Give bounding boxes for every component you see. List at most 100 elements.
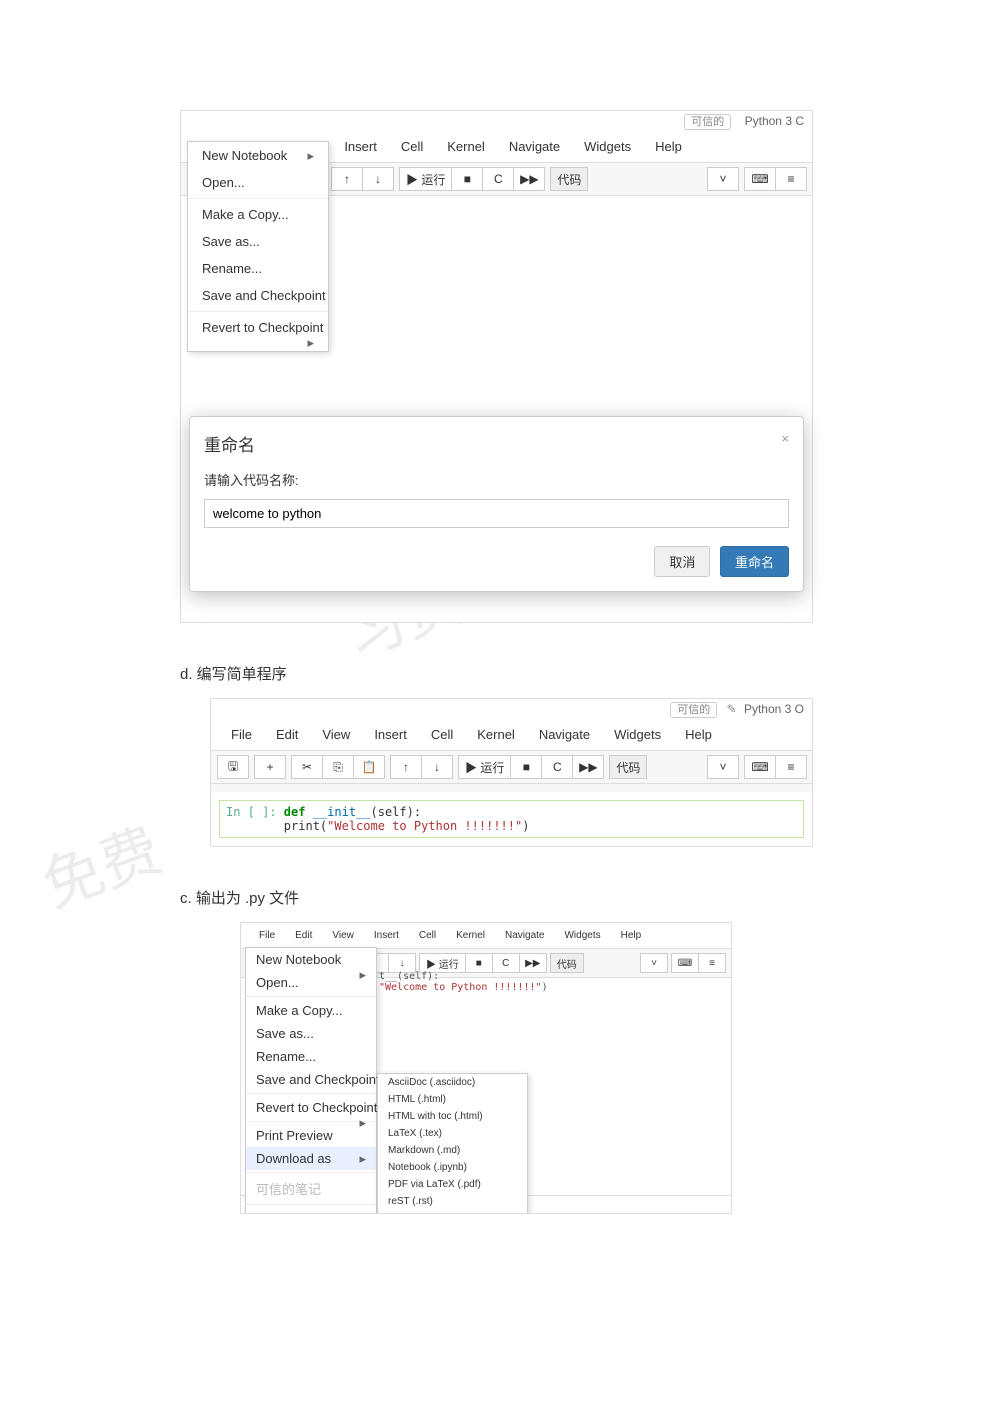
dl-notebook[interactable]: Notebook (.ipynb) — [378, 1159, 527, 1176]
menu-navigate[interactable]: Navigate — [495, 927, 554, 944]
cancel-button[interactable]: 取消 — [654, 546, 710, 577]
menu-kernel[interactable]: Kernel — [465, 723, 527, 746]
command-palette-icon[interactable]: ≡ — [698, 953, 726, 973]
code-kw: def — [284, 805, 313, 819]
caption-d: d. 编写简单程序 — [180, 663, 813, 684]
menubar: File Edit View Insert Cell Kernel Naviga… — [211, 719, 812, 751]
celltype-select[interactable]: 代码 — [550, 953, 584, 973]
menu-widgets[interactable]: Widgets — [602, 723, 673, 746]
restart-run-button[interactable]: ▶▶ — [519, 953, 547, 973]
cut-button[interactable]: ✂ — [291, 755, 323, 779]
restart-button[interactable]: C — [541, 755, 573, 779]
file-new[interactable]: New Notebook — [188, 142, 328, 169]
celltype-chevron-icon[interactable]: ˅ — [640, 953, 668, 973]
keyboard-icon[interactable]: ⌨ — [671, 953, 699, 973]
celltype-select[interactable]: 代码 — [609, 755, 647, 779]
file-rename[interactable]: Rename... — [188, 255, 328, 282]
menu-insert[interactable]: Insert — [364, 927, 409, 944]
menu-view[interactable]: View — [322, 927, 364, 944]
menu-edit[interactable]: Edit — [285, 927, 322, 944]
close-icon[interactable]: × — [781, 431, 789, 446]
menu-file[interactable]: File — [249, 927, 285, 944]
file-saveas[interactable]: Save as... — [188, 228, 328, 255]
file-copy[interactable]: Make a Copy... — [188, 201, 328, 228]
run-button[interactable]: ▶ 运行 — [419, 953, 466, 973]
dl-html-toc[interactable]: HTML with toc (.html) — [378, 1108, 527, 1125]
keyboard-icon[interactable]: ⌨ — [744, 755, 776, 779]
file-revert[interactable]: Revert to Checkpoint — [188, 314, 328, 341]
restart-button[interactable]: C — [492, 953, 520, 973]
menu-insert[interactable]: Insert — [332, 135, 389, 158]
keyboard-icon[interactable]: ⌨ — [744, 167, 776, 191]
menu-help[interactable]: Help — [673, 723, 724, 746]
dl-python[interactable]: Python (.py) — [378, 1210, 527, 1213]
rename-input[interactable] — [204, 499, 789, 528]
menu-navigate[interactable]: Navigate — [497, 135, 572, 158]
trusted-badge: 可信的 — [684, 114, 731, 130]
file-copy[interactable]: Make a Copy... — [246, 999, 376, 1022]
file-download-as[interactable]: Download as — [246, 1147, 376, 1170]
menu-insert[interactable]: Insert — [362, 723, 419, 746]
rename-button[interactable]: 重命名 — [720, 546, 789, 577]
kernel-indicator: Python 3 O — [744, 702, 804, 716]
input-prompt: In [ ]: — [226, 805, 284, 819]
menu-widgets[interactable]: Widgets — [554, 927, 610, 944]
file-save-checkpoint[interactable]: Save and Checkpoint — [188, 282, 328, 309]
restart-button[interactable]: C — [482, 167, 514, 191]
celltype-chevron-icon[interactable]: ˅ — [707, 167, 739, 191]
stop-button[interactable]: ■ — [465, 953, 493, 973]
restart-run-button[interactable]: ▶▶ — [572, 755, 604, 779]
run-button[interactable]: ▶ 运行 — [399, 167, 452, 191]
code-text: (self): — [371, 805, 422, 819]
celltype-select[interactable]: 代码 — [550, 167, 588, 191]
move-down-button[interactable]: ↓ — [421, 755, 453, 779]
dl-pdf[interactable]: PDF via LaTeX (.pdf) — [378, 1176, 527, 1193]
add-cell-button[interactable]: + — [254, 755, 286, 779]
file-open[interactable]: Open... — [188, 169, 328, 196]
menu-cell[interactable]: Cell — [389, 135, 435, 158]
stop-button[interactable]: ■ — [510, 755, 542, 779]
command-palette-icon[interactable]: ≡ — [775, 755, 807, 779]
file-save-checkpoint[interactable]: Save and Checkpoint — [246, 1068, 376, 1091]
file-saveas[interactable]: Save as... — [246, 1022, 376, 1045]
file-new[interactable]: New Notebook — [246, 948, 376, 971]
menu-cell[interactable]: Cell — [419, 723, 465, 746]
dl-html[interactable]: HTML (.html) — [378, 1091, 527, 1108]
menu-edit[interactable]: Edit — [264, 723, 310, 746]
dl-latex[interactable]: LaTeX (.tex) — [378, 1125, 527, 1142]
save-button[interactable]: 🖫 — [217, 755, 249, 779]
file-rename[interactable]: Rename... — [246, 1045, 376, 1068]
dl-asciidoc[interactable]: AsciiDoc (.asciidoc) — [378, 1074, 527, 1091]
menu-cell[interactable]: Cell — [409, 927, 446, 944]
dl-rst[interactable]: reST (.rst) — [378, 1193, 527, 1210]
menu-view[interactable]: View — [310, 723, 362, 746]
restart-run-button[interactable]: ▶▶ — [513, 167, 545, 191]
move-down-button[interactable]: ↓ — [362, 167, 394, 191]
celltype-chevron-icon[interactable]: ˅ — [707, 755, 739, 779]
code-cell[interactable]: In [ ]: def __init__(self): print("Welco… — [219, 800, 804, 838]
menu-kernel[interactable]: Kernel — [446, 927, 495, 944]
menu-file[interactable]: File — [219, 723, 264, 746]
dl-markdown[interactable]: Markdown (.md) — [378, 1142, 527, 1159]
file-revert[interactable]: Revert to Checkpoint — [246, 1096, 376, 1119]
dialog-prompt: 请输入代码名称: — [204, 470, 789, 489]
menu-help[interactable]: Help — [611, 927, 652, 944]
file-open[interactable]: Open... — [246, 971, 376, 994]
move-down-button[interactable]: ↓ — [388, 953, 416, 973]
command-palette-icon[interactable]: ≡ — [775, 167, 807, 191]
rename-dialog: × 重命名 请输入代码名称: 取消 重命名 — [189, 416, 804, 592]
menu-navigate[interactable]: Navigate — [527, 723, 602, 746]
menu-widgets[interactable]: Widgets — [572, 135, 643, 158]
move-up-button[interactable]: ↑ — [390, 755, 422, 779]
move-up-button[interactable]: ↑ — [331, 167, 363, 191]
file-print-preview[interactable]: Print Preview — [246, 1124, 376, 1147]
stop-button[interactable]: ■ — [451, 167, 483, 191]
copy-button[interactable]: ⎘ — [322, 755, 354, 779]
menu-kernel[interactable]: Kernel — [435, 135, 497, 158]
download-submenu: AsciiDoc (.asciidoc) HTML (.html) HTML w… — [377, 1073, 528, 1213]
run-button[interactable]: ▶ 运行 — [458, 755, 511, 779]
menu-help[interactable]: Help — [643, 135, 694, 158]
paste-button[interactable]: 📋 — [353, 755, 385, 779]
file-close-halt[interactable]: Close and Halt — [246, 1207, 376, 1213]
menubar: File Edit View Insert Cell Kernel Naviga… — [241, 923, 731, 949]
